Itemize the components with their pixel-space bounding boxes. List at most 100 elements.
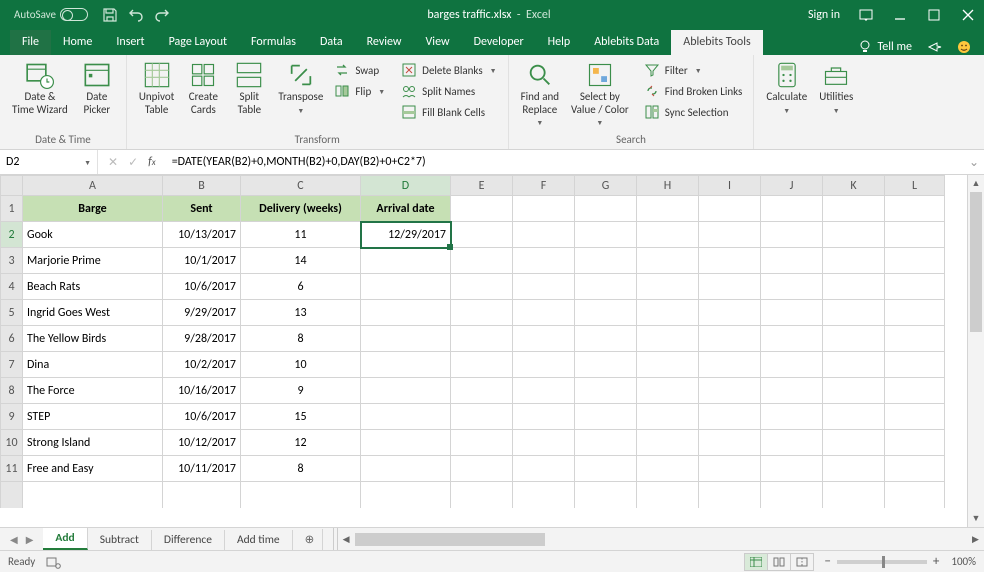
cell-C12[interactable] [241,482,361,508]
row-header-12[interactable] [1,482,23,508]
cancel-formula-icon[interactable]: ✕ [108,155,118,170]
cell-D5[interactable] [361,300,451,326]
transpose-button[interactable]: Transpose▼ [274,59,327,117]
name-box[interactable]: D2▼ [0,150,98,174]
cell-A8[interactable]: The Force [23,378,163,404]
split-names-button[interactable]: Split Names [398,82,499,100]
col-header-K[interactable]: K [823,176,885,196]
cell-H3[interactable] [637,248,699,274]
sheet-nav-next-icon[interactable]: ▶ [26,533,34,546]
cell-B12[interactable] [163,482,241,508]
cell-D4[interactable] [361,274,451,300]
view-normal-button[interactable] [744,553,768,571]
sheet-tab-Subtract[interactable]: Subtract [88,530,152,550]
row-header-5[interactable]: 5 [1,300,23,326]
cell-D11[interactable] [361,456,451,482]
enter-formula-icon[interactable]: ✓ [128,155,138,170]
calculate-button[interactable]: Calculate▼ [762,59,811,117]
cell-E1[interactable] [451,196,513,222]
sheet-tab-Difference[interactable]: Difference [152,530,225,550]
cell-F7[interactable] [513,352,575,378]
cell-J5[interactable] [761,300,823,326]
cell-G11[interactable] [575,456,637,482]
cell-I9[interactable] [699,404,761,430]
cell-F12[interactable] [513,482,575,508]
cell-I10[interactable] [699,430,761,456]
sign-in-link[interactable]: Sign in [808,8,840,22]
col-header-D[interactable]: D [361,176,451,196]
share-icon[interactable] [926,39,942,55]
scroll-up-icon[interactable]: ▲ [968,175,984,192]
date-picker-button[interactable]: Date Picker [76,59,118,118]
cell-C2[interactable]: 11 [241,222,361,248]
cell-J3[interactable] [761,248,823,274]
cell-I12[interactable] [699,482,761,508]
flip-button[interactable]: Flip▼ [331,82,388,100]
cell-A2[interactable]: Gook [23,222,163,248]
cell-D7[interactable] [361,352,451,378]
sync-selection-button[interactable]: Sync Selection [641,103,746,121]
tab-developer[interactable]: Developer [462,30,536,55]
cell-B7[interactable]: 10/2/2017 [163,352,241,378]
cell-G1[interactable] [575,196,637,222]
cell-B10[interactable]: 10/12/2017 [163,430,241,456]
cell-I8[interactable] [699,378,761,404]
cell-G3[interactable] [575,248,637,274]
cell-L7[interactable] [885,352,945,378]
cell-I2[interactable] [699,222,761,248]
utilities-button[interactable]: Utilities▼ [815,59,857,117]
cell-J8[interactable] [761,378,823,404]
expand-formula-bar-icon[interactable]: ⌄ [964,155,984,170]
tab-insert[interactable]: Insert [104,30,156,55]
cell-B5[interactable]: 9/29/2017 [163,300,241,326]
cell-E11[interactable] [451,456,513,482]
cell-G5[interactable] [575,300,637,326]
cell-G7[interactable] [575,352,637,378]
cell-A9[interactable]: STEP [23,404,163,430]
cell-A4[interactable]: Beach Rats [23,274,163,300]
cell-K6[interactable] [823,326,885,352]
scroll-down-icon[interactable]: ▼ [968,510,984,527]
cell-A6[interactable]: The Yellow Birds [23,326,163,352]
cell-H2[interactable] [637,222,699,248]
cell-H12[interactable] [637,482,699,508]
cell-H7[interactable] [637,352,699,378]
cell-I3[interactable] [699,248,761,274]
cell-L5[interactable] [885,300,945,326]
col-header-F[interactable]: F [513,176,575,196]
ribbon-options-icon[interactable] [858,7,874,23]
cell-F9[interactable] [513,404,575,430]
zoom-level[interactable]: 100% [951,555,976,568]
tab-data[interactable]: Data [308,30,355,55]
redo-icon[interactable] [154,7,170,23]
cell-J12[interactable] [761,482,823,508]
select-by-button[interactable]: Select by Value / Color▼ [567,59,633,129]
formula-input[interactable]: =DATE(YEAR(B2)+0,MONTH(B2)+0,DAY(B2)+0+C… [166,155,964,169]
cell-K11[interactable] [823,456,885,482]
tab-help[interactable]: Help [536,30,583,55]
cell-H11[interactable] [637,456,699,482]
cell-K2[interactable] [823,222,885,248]
view-page-layout-button[interactable] [767,553,791,571]
tell-me[interactable]: Tell me [857,39,912,55]
cell-D2[interactable]: 12/29/2017 [361,222,451,248]
cell-B1[interactable]: Sent [163,196,241,222]
row-header-3[interactable]: 3 [1,248,23,274]
cell-I6[interactable] [699,326,761,352]
cell-G8[interactable] [575,378,637,404]
cell-K9[interactable] [823,404,885,430]
tab-page-layout[interactable]: Page Layout [157,30,239,55]
minimize-icon[interactable] [892,7,908,23]
fill-blank-cells-button[interactable]: Fill Blank Cells [398,103,499,121]
cell-I1[interactable] [699,196,761,222]
row-header-2[interactable]: 2 [1,222,23,248]
col-header-B[interactable]: B [163,176,241,196]
cell-E10[interactable] [451,430,513,456]
cell-D1[interactable]: Arrival date [361,196,451,222]
close-icon[interactable] [960,7,976,23]
cell-A11[interactable]: Free and Easy [23,456,163,482]
cell-K4[interactable] [823,274,885,300]
cell-A7[interactable]: Dina [23,352,163,378]
sheet-tab-Add[interactable]: Add [43,528,87,550]
cell-B3[interactable]: 10/1/2017 [163,248,241,274]
